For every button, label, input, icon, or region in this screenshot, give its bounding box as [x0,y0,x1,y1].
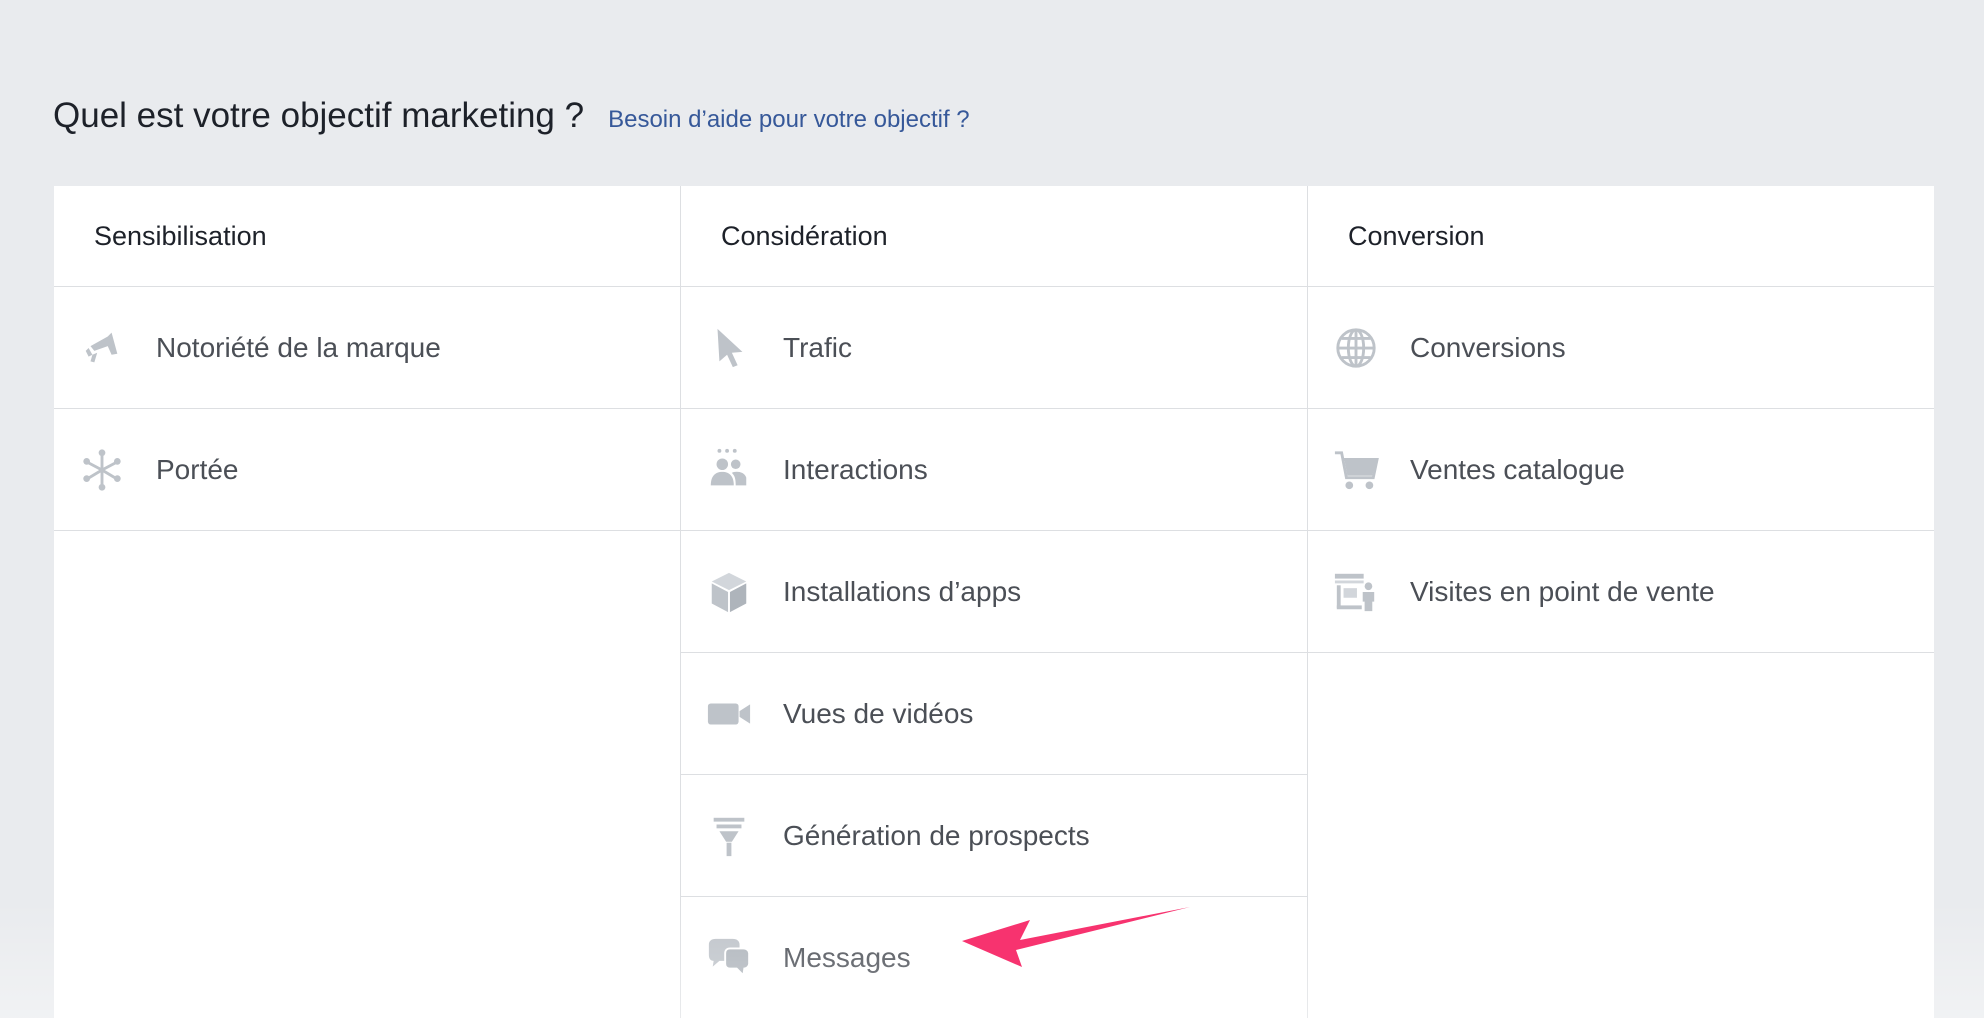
page-header: Quel est votre objectif marketing ? Beso… [53,96,970,136]
objective-label: Ventes catalogue [1410,453,1625,485]
column-header-sensibilisation: Sensibilisation [54,186,680,287]
objective-trafic[interactable]: Trafic [681,287,1307,409]
column-consideration: Considération Trafic Interactions Instal… [681,186,1308,1018]
column-header-consideration: Considération [681,186,1307,287]
objective-interactions[interactable]: Interactions [681,409,1307,531]
column-header-conversion: Conversion [1308,186,1934,287]
funnel-icon [705,812,753,860]
video-camera-icon [705,690,753,738]
objective-label: Portée [156,453,239,485]
objective-vues-de-videos[interactable]: Vues de vidéos [681,653,1307,775]
objective-label: Installations d’apps [783,575,1022,607]
globe-icon [1332,324,1380,372]
objective-label: Messages [783,941,911,973]
people-engagement-icon [705,446,753,494]
reach-asterisk-icon [78,446,126,494]
objective-installations-dapps[interactable]: Installations d’apps [681,531,1307,653]
objective-label: Vues de vidéos [783,697,974,729]
store-visit-icon [1332,568,1380,616]
column-conversion: Conversion Conversions Ventes catalogue … [1308,186,1934,1018]
objective-label: Visites en point de vente [1410,575,1715,607]
megaphone-icon [78,324,126,372]
objective-portee[interactable]: Portée [54,409,680,531]
cube-box-icon [705,568,753,616]
chat-bubbles-icon [705,934,753,982]
shopping-cart-icon [1332,446,1380,494]
objective-label: Conversions [1410,331,1566,363]
objective-help-link[interactable]: Besoin d’aide pour votre objectif ? [608,106,970,134]
objective-label: Trafic [783,331,852,363]
objective-label: Génération de prospects [783,819,1090,851]
objective-notoriete-de-la-marque[interactable]: Notoriété de la marque [54,287,680,409]
objective-selection-panel: Sensibilisation Notoriété de la marque P… [54,186,1934,1018]
objective-label: Interactions [783,453,928,485]
objective-visites-en-point-de-vente[interactable]: Visites en point de vente [1308,531,1934,653]
objective-generation-de-prospects[interactable]: Génération de prospects [681,775,1307,897]
objective-label: Notoriété de la marque [156,331,441,363]
cursor-pointer-icon [705,324,753,372]
objective-conversions[interactable]: Conversions [1308,287,1934,409]
page-title: Quel est votre objectif marketing ? [53,96,585,135]
objective-ventes-catalogue[interactable]: Ventes catalogue [1308,409,1934,531]
column-sensibilisation: Sensibilisation Notoriété de la marque P… [54,186,681,1018]
objective-messages[interactable]: Messages [681,897,1307,1018]
